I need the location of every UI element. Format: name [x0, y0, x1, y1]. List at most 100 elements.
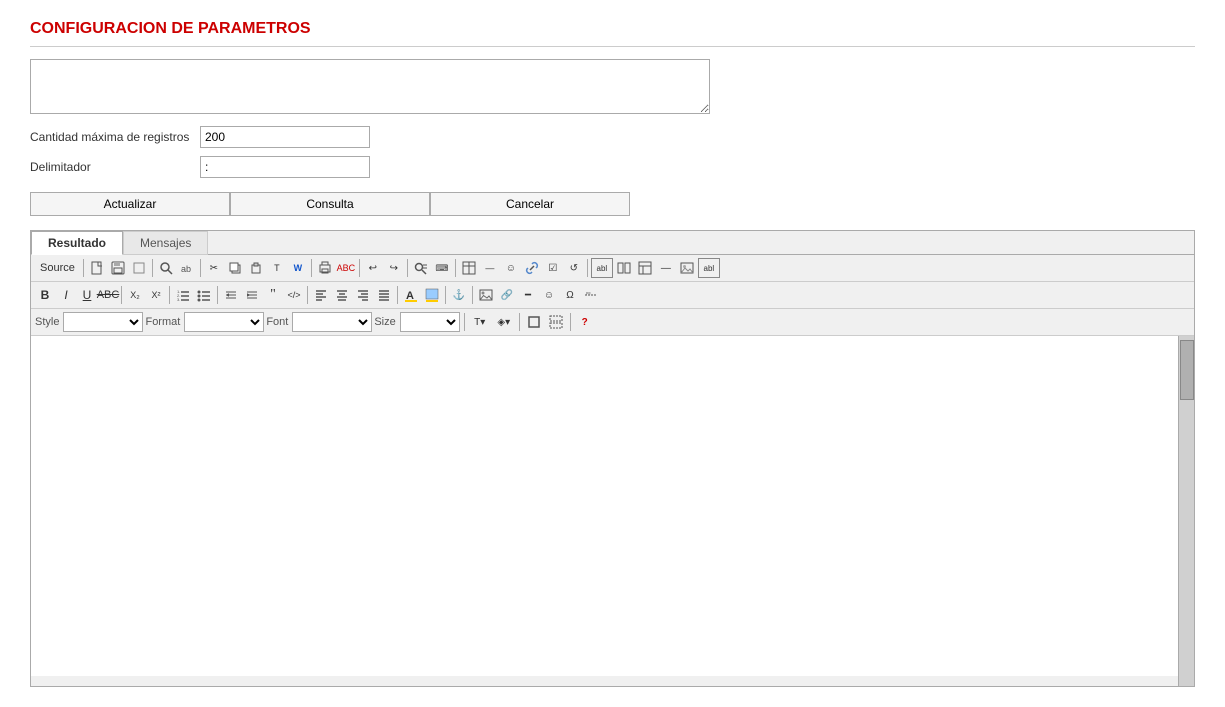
- actualizar-button[interactable]: Actualizar: [30, 192, 230, 216]
- hrule2-button[interactable]: ━: [518, 285, 538, 305]
- insert-image-button[interactable]: [476, 285, 496, 305]
- blockquote-button[interactable]: ": [263, 285, 283, 305]
- sep11: [217, 286, 218, 304]
- sep12: [307, 286, 308, 304]
- bg-color-button[interactable]: [422, 285, 442, 305]
- description-textarea[interactable]: [30, 59, 710, 114]
- toolbar-row-2: B I U ABC X₂ X² 1.2.3.: [31, 282, 1194, 309]
- size-select[interactable]: [400, 312, 460, 332]
- image-button[interactable]: [677, 258, 697, 278]
- field-button[interactable]: abl: [698, 258, 720, 278]
- sep6: [407, 259, 408, 277]
- outdent-button[interactable]: [221, 285, 241, 305]
- format-label: Format: [145, 316, 180, 328]
- about-button[interactable]: ?: [575, 312, 595, 332]
- text-color-mini-button[interactable]: T▾: [469, 312, 491, 332]
- font-select[interactable]: [292, 312, 372, 332]
- size-label: Size: [374, 316, 395, 328]
- bg-color-mini-button[interactable]: ◈▾: [493, 312, 515, 332]
- checkbox-button[interactable]: ☑: [543, 258, 563, 278]
- sep14: [445, 286, 446, 304]
- show-blocks-button[interactable]: [546, 312, 566, 332]
- justify-button[interactable]: [374, 285, 394, 305]
- columns-button[interactable]: [614, 258, 634, 278]
- subscript-button[interactable]: X₂: [125, 285, 145, 305]
- creatediv-button[interactable]: </>: [284, 285, 304, 305]
- hrule-button[interactable]: —: [480, 258, 500, 278]
- anchor-button[interactable]: ⚓: [449, 285, 469, 305]
- copy-button[interactable]: [225, 258, 245, 278]
- style-label: Style: [35, 316, 59, 328]
- replace-button[interactable]: ab: [177, 258, 197, 278]
- maximize-button[interactable]: [524, 312, 544, 332]
- save-button[interactable]: [108, 258, 128, 278]
- bold-button[interactable]: B: [35, 285, 55, 305]
- paste-plain-button[interactable]: T: [267, 258, 287, 278]
- redo-button[interactable]: ↪: [384, 258, 404, 278]
- sep13: [397, 286, 398, 304]
- spellcheck-button[interactable]: ABC: [336, 258, 356, 278]
- align-right-button[interactable]: [353, 285, 373, 305]
- find-replace-button[interactable]: [411, 258, 431, 278]
- sep5: [359, 259, 360, 277]
- align-center-button[interactable]: [332, 285, 352, 305]
- flash-button[interactable]: ↺: [564, 258, 584, 278]
- cancelar-button[interactable]: Cancelar: [430, 192, 630, 216]
- minus-button[interactable]: —: [656, 258, 676, 278]
- blank-btn1[interactable]: [129, 258, 149, 278]
- sep4: [311, 259, 312, 277]
- superscript-button[interactable]: X²: [146, 285, 166, 305]
- unordered-list-button[interactable]: [194, 285, 214, 305]
- tabs-header: Resultado Mensajes: [31, 231, 1194, 255]
- underline-button[interactable]: U: [77, 285, 97, 305]
- sep16: [464, 313, 465, 331]
- sep15: [472, 286, 473, 304]
- strikethrough-button[interactable]: ABC: [98, 285, 118, 305]
- paste-button[interactable]: [246, 258, 266, 278]
- ordered-list-button[interactable]: 1.2.3.: [173, 285, 193, 305]
- scrollbar-track[interactable]: [1178, 336, 1194, 686]
- delimiter-label: Delimitador: [30, 160, 200, 174]
- sep7: [455, 259, 456, 277]
- new-doc-button[interactable]: [87, 258, 107, 278]
- indent-button[interactable]: [242, 285, 262, 305]
- link-button[interactable]: [522, 258, 542, 278]
- style-select[interactable]: [63, 312, 143, 332]
- italic-button[interactable]: I: [56, 285, 76, 305]
- page-title: CONFIGURACION DE PARAMETROS: [30, 20, 1195, 47]
- pagebreak-button[interactable]: pg: [581, 285, 601, 305]
- consulta-button[interactable]: Consulta: [230, 192, 430, 216]
- scrollbar-thumb[interactable]: [1180, 340, 1194, 400]
- table2-button[interactable]: [635, 258, 655, 278]
- cut-button[interactable]: ✂: [204, 258, 224, 278]
- paste-word-button[interactable]: W: [288, 258, 308, 278]
- textarea-button[interactable]: abl: [591, 258, 613, 278]
- toolbar-row-1: Source: [31, 255, 1194, 282]
- editor-content-area[interactable]: [31, 336, 1178, 676]
- tab-mensajes[interactable]: Mensajes: [123, 231, 208, 255]
- text-color-button[interactable]: A: [401, 285, 421, 305]
- sep1: [83, 259, 84, 277]
- max-records-input[interactable]: [200, 126, 370, 148]
- print-button[interactable]: [315, 258, 335, 278]
- delimiter-input[interactable]: [200, 156, 370, 178]
- select-all-button[interactable]: ⌨: [432, 258, 452, 278]
- flash-video-button[interactable]: 🔗: [497, 285, 517, 305]
- smiley-button[interactable]: ☺: [539, 285, 559, 305]
- search-button[interactable]: [156, 258, 176, 278]
- tab-resultado[interactable]: Resultado: [31, 231, 123, 255]
- sep10: [169, 286, 170, 304]
- align-left-button[interactable]: [311, 285, 331, 305]
- insert-table-button[interactable]: [459, 258, 479, 278]
- editor-scroll-area: [31, 336, 1194, 686]
- svg-text:pg: pg: [586, 290, 590, 295]
- undo-button[interactable]: ↩: [363, 258, 383, 278]
- source-button[interactable]: Source: [35, 258, 80, 278]
- format-select[interactable]: [184, 312, 264, 332]
- sep18: [570, 313, 571, 331]
- special-char2-button[interactable]: Ω: [560, 285, 580, 305]
- special-char-button[interactable]: ☺: [501, 258, 521, 278]
- tabs-container: Resultado Mensajes Source: [30, 230, 1195, 687]
- svg-text:3.: 3.: [177, 297, 180, 302]
- sep3: [200, 259, 201, 277]
